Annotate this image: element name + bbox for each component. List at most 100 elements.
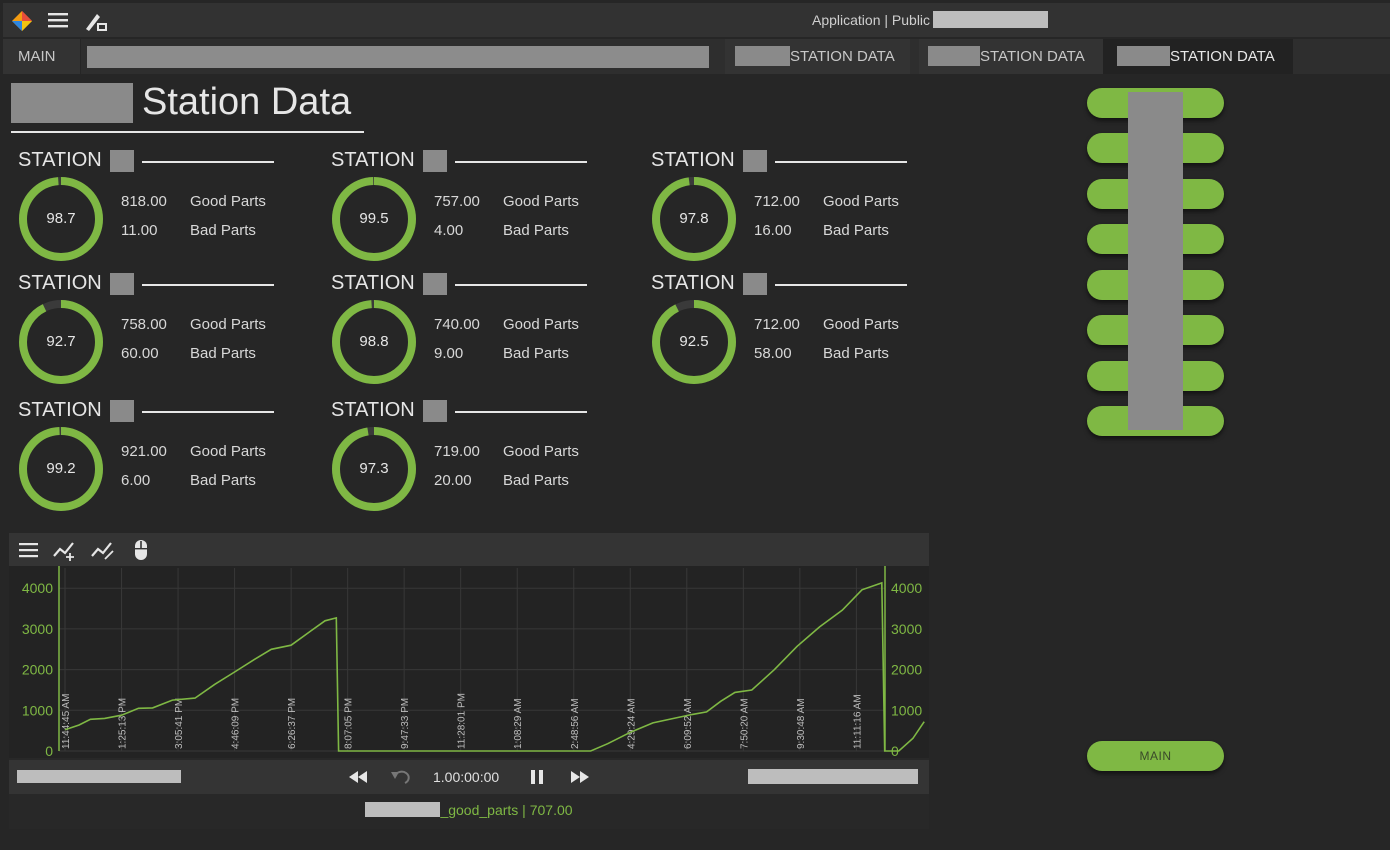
good-parts-value: 921.00 [121, 443, 167, 460]
x-tick-label: 8:07:05 PM [344, 698, 355, 749]
divider [775, 161, 907, 163]
redacted-region [87, 46, 709, 68]
redacted-region [1117, 45, 1170, 66]
y-tick-label-left: 4000 [22, 580, 53, 596]
bad-parts-value: 16.00 [754, 222, 792, 239]
station-header: STATION [651, 149, 921, 173]
tab-label: MAIN [18, 48, 56, 65]
remove-pen-icon[interactable] [91, 539, 115, 561]
top-bar: Application | Public [3, 3, 1390, 37]
bad-parts-value: 6.00 [121, 472, 151, 489]
station-label: STATION [18, 149, 102, 171]
station-card: STATION 98.7 818.00 Good Parts 11.00 Bad Part… [18, 149, 288, 269]
menu-icon[interactable] [17, 539, 41, 561]
bad-parts-label: Bad Parts [823, 222, 889, 239]
quality-value: 98.7 [46, 210, 76, 227]
chart-legend: _good_parts | 707.00 [9, 801, 929, 823]
bad-parts-label: Bad Parts [190, 472, 256, 489]
x-tick-label: 1:08:29 AM [513, 698, 524, 749]
quality-value: 99.2 [46, 460, 76, 477]
tab-station-data-2[interactable]: STATION DATA [919, 39, 1104, 74]
divider [142, 284, 274, 286]
x-tick-label: 9:30:48 AM [796, 698, 807, 749]
x-tick-label: 11:28:01 PM [457, 693, 468, 749]
page-header: Station Data [11, 81, 364, 133]
x-tick-label: 3:05:41 PM [174, 698, 185, 749]
quality-value: 92.7 [46, 333, 76, 350]
x-tick-label: 1:25:13 PM [118, 698, 129, 749]
chart-panel: 4000 4000 3000 3000 2000 2000 1000 1000 0 0 11:44:… [9, 533, 929, 829]
redacted-region [1128, 92, 1183, 430]
logo-icon[interactable] [11, 10, 33, 32]
bad-parts-value: 4.00 [434, 222, 464, 239]
undo-icon[interactable] [390, 768, 412, 786]
menu-icon[interactable] [47, 11, 69, 29]
chart-toolbar [9, 533, 929, 566]
x-tick-label: 11:11:16 AM [852, 694, 863, 749]
redacted-region [423, 273, 447, 295]
designer-icon[interactable] [83, 9, 109, 33]
y-tick-label-right: 1000 [891, 702, 922, 718]
x-tick-label: 4:29:24 AM [626, 698, 637, 749]
station-header: STATION [331, 272, 601, 296]
bad-parts-value: 58.00 [754, 345, 792, 362]
quality-value: 98.8 [359, 333, 389, 350]
bad-parts-label: Bad Parts [823, 345, 889, 362]
mouse-icon[interactable] [129, 539, 153, 561]
bad-parts-value: 11.00 [121, 222, 158, 239]
station-label: STATION [331, 272, 415, 294]
y-tick-label-left: 2000 [22, 662, 53, 678]
good-parts-label: Good Parts [503, 193, 579, 210]
app-window: Application | Public MAIN STATION DATA S… [3, 3, 1390, 850]
tab-main[interactable]: MAIN [3, 39, 81, 74]
redacted-region [743, 150, 767, 172]
y-tick-label-left: 1000 [22, 702, 53, 718]
station-header: STATION [331, 399, 601, 423]
add-pen-icon[interactable] [53, 539, 77, 561]
divider [455, 411, 587, 413]
good-parts-value: 818.00 [121, 193, 167, 210]
y-tick-label-left: 3000 [22, 621, 53, 637]
bad-parts-label: Bad Parts [503, 222, 569, 239]
playback-bar: 1.00:00:00 [9, 760, 929, 794]
page-title: Station Data [142, 81, 352, 123]
divider [775, 284, 907, 286]
station-card: STATION 97.3 719.00 Good Parts 20.00 Bad Part… [331, 399, 601, 519]
good-parts-label: Good Parts [823, 316, 899, 333]
main-button[interactable]: MAIN [1087, 741, 1224, 771]
tab-label: STATION DATA [790, 48, 895, 65]
trend-chart[interactable]: 4000 40003000 30002000 20001000 10000 011:44:… [9, 566, 929, 758]
good-parts-value: 712.00 [754, 193, 800, 210]
good-parts-value: 740.00 [434, 316, 480, 333]
quality-value: 97.8 [679, 210, 709, 227]
divider [142, 411, 274, 413]
station-card: STATION 99.5 757.00 Good Parts 4.00 Bad Parts [331, 149, 601, 269]
good-parts-value: 712.00 [754, 316, 800, 333]
tab-label: STATION DATA [980, 48, 1085, 65]
quality-value: 99.5 [359, 210, 389, 227]
tab-strip: MAIN STATION DATA STATION DATA STATION D… [3, 39, 1390, 74]
bad-parts-label: Bad Parts [503, 345, 569, 362]
good-parts-label: Good Parts [190, 443, 266, 460]
x-tick-label: 11:44:45 AM [61, 694, 72, 749]
pause-icon[interactable] [529, 768, 545, 786]
redacted-region [423, 150, 447, 172]
good-parts-value: 757.00 [434, 193, 480, 210]
x-tick-label: 6:09:52 AM [683, 698, 694, 749]
x-tick-label: 9:47:33 PM [400, 698, 411, 749]
station-header: STATION [18, 272, 288, 296]
divider [455, 161, 587, 163]
station-label: STATION [331, 399, 415, 421]
redacted-region [423, 400, 447, 422]
rewind-icon[interactable] [347, 768, 369, 786]
good-parts-label: Good Parts [503, 316, 579, 333]
bad-parts-value: 60.00 [121, 345, 159, 362]
good-parts-label: Good Parts [823, 193, 899, 210]
tab-station-data-1[interactable]: STATION DATA [725, 39, 910, 74]
bad-parts-value: 9.00 [434, 345, 464, 362]
redacted-region [110, 273, 134, 295]
chart-area[interactable]: 4000 4000 3000 3000 2000 2000 1000 1000 0 0 11:44:… [9, 566, 929, 758]
fast-forward-icon[interactable] [569, 768, 591, 786]
tab-station-data-3[interactable]: STATION DATA [1103, 39, 1293, 74]
good-parts-label: Good Parts [503, 443, 579, 460]
